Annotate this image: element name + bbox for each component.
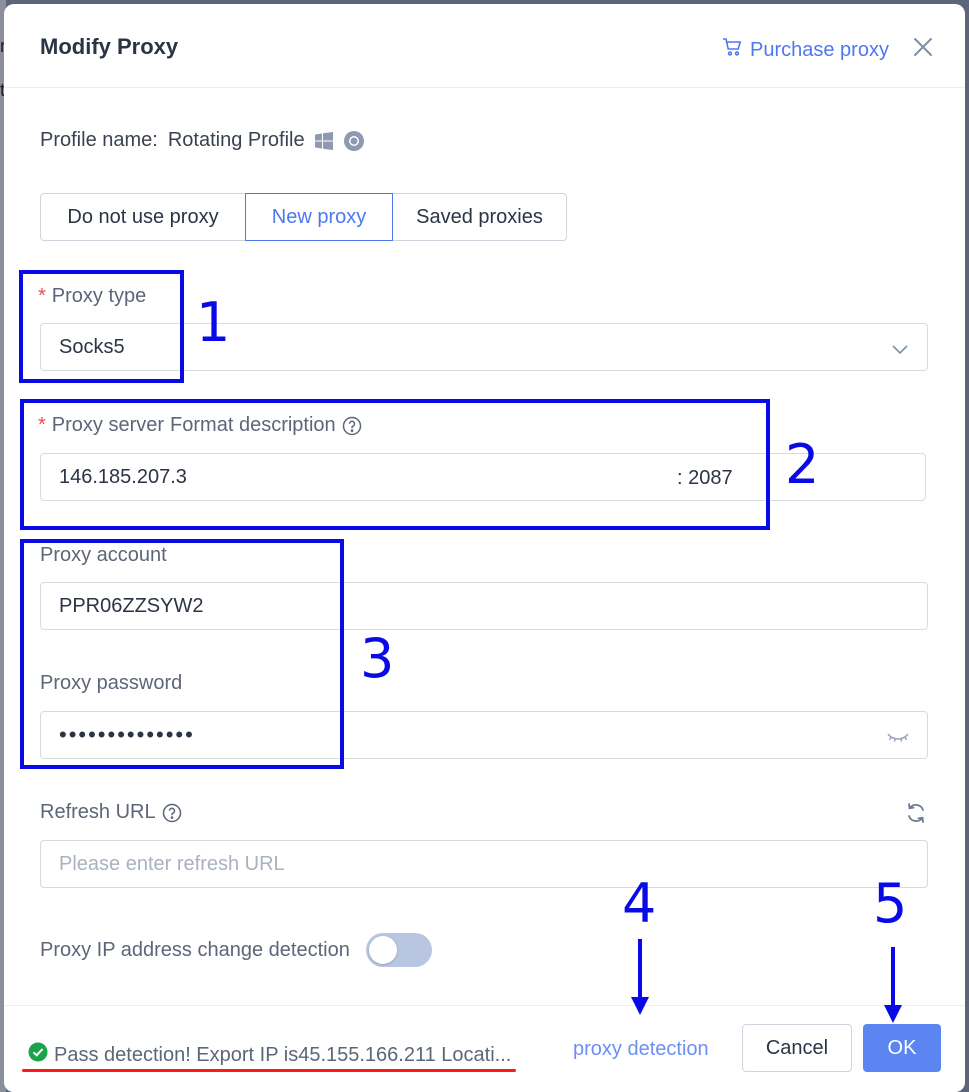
windows-icon (314, 131, 333, 150)
dialog-header: Modify Proxy Purchase proxy (4, 4, 965, 88)
refresh-url-label-text: Refresh URL (40, 801, 156, 823)
proxy-account-input[interactable]: PPR06ZZSYW2 (40, 582, 928, 630)
proxy-type-label: * Proxy type (38, 285, 146, 308)
purchase-proxy-link[interactable]: Purchase proxy (722, 37, 889, 63)
toggle-knob (368, 936, 397, 964)
ok-button[interactable]: OK (863, 1024, 941, 1072)
dialog-title: Modify Proxy (40, 34, 179, 59)
annotation-underline (22, 1069, 516, 1072)
detection-status-text: Pass detection! Export IP is45.155.166.2… (54, 1043, 512, 1066)
proxy-type-select[interactable]: Socks5 (40, 323, 928, 371)
proxy-password-input[interactable]: •••••••••••••• (40, 711, 928, 759)
proxy-account-value: PPR06ZZSYW2 (59, 594, 204, 617)
detection-status: Pass detection! Export IP is45.155.166.2… (28, 1042, 511, 1068)
cart-icon (722, 37, 742, 63)
proxy-type-value: Socks5 (59, 335, 125, 358)
check-circle-icon (28, 1042, 48, 1068)
proxy-server-label-text: Proxy server (51, 414, 165, 436)
annotation-number-3: 3 (360, 627, 395, 690)
required-marker: * (38, 285, 46, 307)
chrome-icon (343, 130, 365, 152)
proxy-detection-link[interactable]: proxy detection (573, 1038, 709, 1061)
ip-change-detection-label: Proxy IP address change detection (40, 938, 350, 961)
eye-closed-icon[interactable] (887, 728, 909, 751)
annotation-arrow-5 (884, 947, 902, 1023)
proxy-type-label-text: Proxy type (51, 285, 147, 307)
profile-label: Profile name: (40, 129, 158, 151)
annotation-arrow-4 (631, 939, 649, 1015)
proxy-password-value: •••••••••••••• (59, 722, 195, 747)
ip-change-detection-toggle[interactable] (365, 933, 432, 967)
cancel-button[interactable]: Cancel (742, 1024, 852, 1072)
annotation-number-5: 5 (873, 872, 908, 935)
proxy-mode-selector: Do not use proxy New proxy Saved proxies (40, 193, 567, 241)
modify-proxy-dialog: Modify Proxy Purchase proxy Profile name… (4, 4, 965, 1092)
tab-new-proxy[interactable]: New proxy (245, 193, 393, 241)
ip-change-detection-row: Proxy IP address change detection (40, 933, 432, 967)
profile-name-row: Profile name: Rotating Profile (40, 129, 365, 152)
refresh-url-label: Refresh URL (40, 801, 182, 824)
close-icon[interactable] (910, 34, 936, 60)
purchase-proxy-label: Purchase proxy (750, 38, 889, 61)
help-icon[interactable] (162, 803, 182, 823)
proxy-server-label: * Proxy server Format description (38, 414, 362, 437)
required-marker: * (38, 414, 46, 436)
proxy-password-label: Proxy password (40, 672, 183, 694)
profile-name: Rotating Profile (167, 129, 305, 151)
format-description-link[interactable]: Format description (170, 414, 336, 437)
tab-saved-proxies[interactable]: Saved proxies (392, 193, 567, 241)
refresh-url-input[interactable]: Please enter refresh URL (40, 840, 928, 888)
proxy-port-value: 2087 (688, 466, 733, 489)
annotation-number-2: 2 (785, 433, 820, 496)
refresh-icon[interactable] (904, 801, 928, 830)
help-icon[interactable] (342, 416, 362, 436)
annotation-number-4: 4 (622, 872, 657, 935)
annotation-number-1: 1 (196, 291, 231, 354)
proxy-host-value: 146.185.207.3 (59, 465, 187, 488)
port-separator: : (677, 466, 683, 489)
dialog-footer: Pass detection! Export IP is45.155.166.2… (4, 1005, 965, 1092)
refresh-url-placeholder: Please enter refresh URL (59, 852, 285, 875)
proxy-port-field[interactable]: : 2087 (677, 454, 733, 502)
chevron-down-icon (891, 340, 909, 355)
proxy-account-label: Proxy account (40, 544, 167, 566)
tab-do-not-use-proxy[interactable]: Do not use proxy (40, 193, 246, 241)
